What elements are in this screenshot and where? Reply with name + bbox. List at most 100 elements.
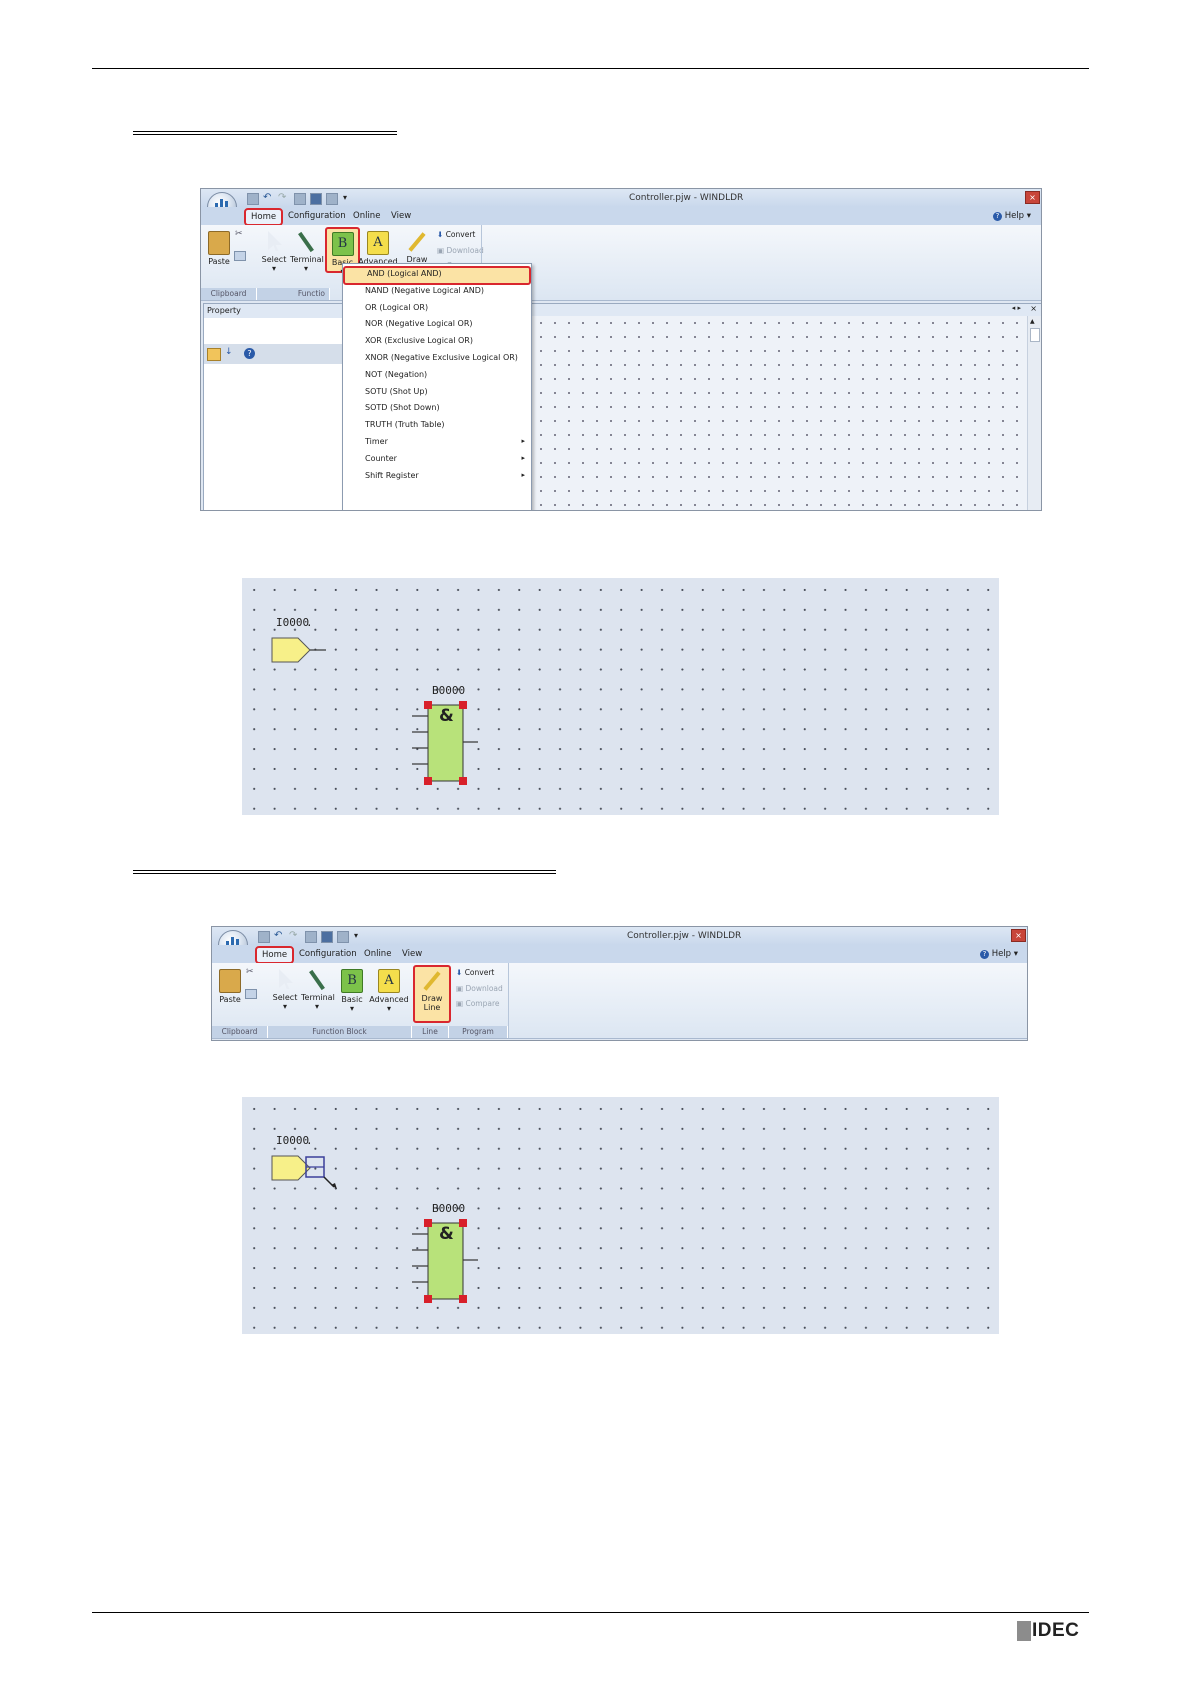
convert-button-2[interactable]: ⬇ Convert: [456, 968, 494, 977]
close-button[interactable]: ×: [1025, 191, 1040, 204]
footer-rule: [92, 1612, 1089, 1613]
basic-menu-item[interactable]: NOR (Negative Logical OR): [343, 316, 531, 331]
convert-icon: ⬇: [437, 230, 444, 239]
basic-menu-item-label: SOTD (Shot Down): [365, 403, 440, 413]
scroll-thumb[interactable]: [1030, 328, 1040, 342]
basic-menu-item-label: XOR (Exclusive Logical OR): [365, 336, 473, 346]
monitor-icon-2[interactable]: [321, 931, 333, 943]
title-bar: ↶ ↷ ▾ Controller.pjw - WINDLDR ×: [201, 189, 1041, 207]
group-program: Program: [449, 1026, 508, 1038]
cut-icon[interactable]: ✂: [235, 229, 243, 239]
tab-home[interactable]: Home: [244, 208, 284, 226]
window-title-2: Controller.pjw - WINDLDR: [627, 931, 742, 941]
sort-az-icon[interactable]: ↓: [225, 347, 233, 357]
group-function-block-2: Function Block: [268, 1026, 412, 1038]
basic-menu-item-label: SOTU (Shot Up): [365, 386, 428, 396]
quick-access-dropdown-icon[interactable]: ▾: [343, 193, 347, 202]
property-help-icon[interactable]: ?: [244, 348, 255, 359]
select-button-2[interactable]: Select ▾: [272, 969, 298, 1011]
draw-line-cursor-icon: [305, 1156, 337, 1189]
scroll-up-icon[interactable]: ▲: [1030, 318, 1038, 325]
basic-menu-item-label: Counter: [365, 453, 397, 463]
page-icon[interactable]: [294, 193, 306, 205]
help-menu-2[interactable]: ? Help ▾: [980, 949, 1018, 959]
print-icon-2[interactable]: [337, 931, 349, 943]
convert-icon-2: ⬇: [456, 968, 463, 977]
diagram-canvas-2[interactable]: I0000 . B0000 &: [242, 1097, 999, 1334]
property-pane: Property ↓ ?: [203, 303, 350, 510]
download-button[interactable]: ▣ Download: [437, 246, 484, 255]
help-menu[interactable]: ? Help ▾: [993, 211, 1031, 221]
tab-view-2[interactable]: View: [402, 949, 422, 959]
basic-menu-item[interactable]: XOR (Exclusive Logical OR): [343, 333, 531, 348]
undo-icon-2[interactable]: ↶: [274, 930, 282, 941]
basic-menu-item-label: AND (Logical AND): [367, 269, 442, 278]
header-rule: [92, 68, 1089, 69]
close-button-2[interactable]: ×: [1011, 929, 1026, 942]
terminal-button-2[interactable]: Terminal ▾: [301, 969, 335, 1011]
tab-home-2[interactable]: Home: [255, 946, 295, 964]
tab-online[interactable]: Online: [353, 211, 380, 221]
paste-button-2[interactable]: Paste: [218, 969, 242, 1004]
help-label: Help: [1004, 211, 1025, 221]
basic-menu-item-label: TRUTH (Truth Table): [365, 420, 445, 430]
windldr-window-2: ↶ ↷ ▾ Controller.pjw - WINDLDR × Home Co…: [211, 926, 1028, 1041]
basic-menu-item[interactable]: OR (Logical OR): [343, 300, 531, 315]
convert-button[interactable]: ⬇ Convert: [437, 230, 475, 239]
monitor-icon[interactable]: [310, 193, 322, 205]
basic-menu-item-label: Shift Register: [365, 470, 419, 480]
print-icon[interactable]: [326, 193, 338, 205]
tab-online-2[interactable]: Online: [364, 949, 391, 959]
basic-menu-item[interactable]: NOT (Negation): [343, 367, 531, 382]
basic-book-icon-2: B: [341, 969, 363, 993]
basic-menu-item[interactable]: Timer ▸: [343, 434, 531, 449]
help-icon-2: ?: [980, 950, 989, 959]
basic-menu-item[interactable]: NAND (Negative Logical AND): [343, 283, 531, 298]
paste-button[interactable]: Paste: [207, 231, 231, 266]
group-function-block: Functio: [257, 288, 330, 300]
save-icon[interactable]: [247, 193, 259, 205]
select-button[interactable]: Select ▾: [261, 231, 287, 273]
submenu-arrow-icon: ▸: [521, 470, 525, 479]
save-icon-2[interactable]: [258, 931, 270, 943]
tab-configuration[interactable]: Configuration: [288, 211, 346, 221]
basic-menu-item-label: NOT (Negation): [365, 369, 428, 379]
redo-icon[interactable]: ↷: [278, 192, 286, 203]
cut-icon-2[interactable]: ✂: [246, 967, 254, 977]
draw-line-button-2[interactable]: Draw Line: [413, 965, 451, 1023]
compare-button-2[interactable]: ▣ Compare: [456, 999, 500, 1008]
tab-view[interactable]: View: [391, 211, 411, 221]
vertical-scrollbar[interactable]: ▲: [1027, 316, 1041, 510]
ribbon-divider-2: [508, 963, 509, 1038]
advanced-button-2[interactable]: A Advanced ▾: [369, 969, 409, 1013]
help-icon: ?: [993, 212, 1002, 221]
diagram-canvas-1[interactable]: I0000 . B0000 &: [242, 578, 999, 815]
page-icon-2[interactable]: [305, 931, 317, 943]
download-icon: ▣: [437, 246, 445, 255]
input-terminal[interactable]: [270, 636, 330, 664]
basic-menu-item[interactable]: SOTD (Shot Down): [343, 400, 531, 415]
input-label: I0000: [276, 616, 310, 629]
idec-logo-text: IDEC: [1032, 1620, 1080, 1641]
basic-menu-item-label: Timer: [365, 437, 388, 446]
download-button-2[interactable]: ▣ Download: [456, 984, 503, 993]
undo-icon[interactable]: ↶: [263, 192, 271, 203]
redo-icon-2[interactable]: ↷: [289, 930, 297, 941]
tab-close-icon[interactable]: ×: [1030, 304, 1037, 313]
basic-menu-item[interactable]: TRUTH (Truth Table): [343, 417, 531, 432]
basic-button-2[interactable]: B Basic ▾: [338, 969, 366, 1013]
basic-menu-item[interactable]: Shift Register ▸: [343, 468, 531, 483]
copy-icon[interactable]: [234, 251, 246, 261]
quick-access-dropdown-icon-2[interactable]: ▾: [354, 931, 358, 940]
tab-configuration-2[interactable]: Configuration: [299, 949, 357, 959]
copy-icon-2[interactable]: [245, 989, 257, 999]
basic-menu-item-label: NAND (Negative Logical AND): [365, 285, 485, 295]
terminal-button[interactable]: Terminal ▾: [290, 231, 324, 273]
menu-bar-2: Home Configuration Online View ? Help ▾: [212, 945, 1027, 964]
basic-menu-item[interactable]: Counter ▸: [343, 451, 531, 466]
clipboard-icon: [208, 231, 230, 255]
basic-menu-item[interactable]: XNOR (Negative Exclusive Logical OR): [343, 350, 531, 365]
categorized-icon[interactable]: [207, 348, 221, 361]
tab-scroll-arrows-icon[interactable]: ◂ ▸: [1012, 304, 1021, 312]
basic-menu-item[interactable]: SOTU (Shot Up): [343, 384, 531, 399]
